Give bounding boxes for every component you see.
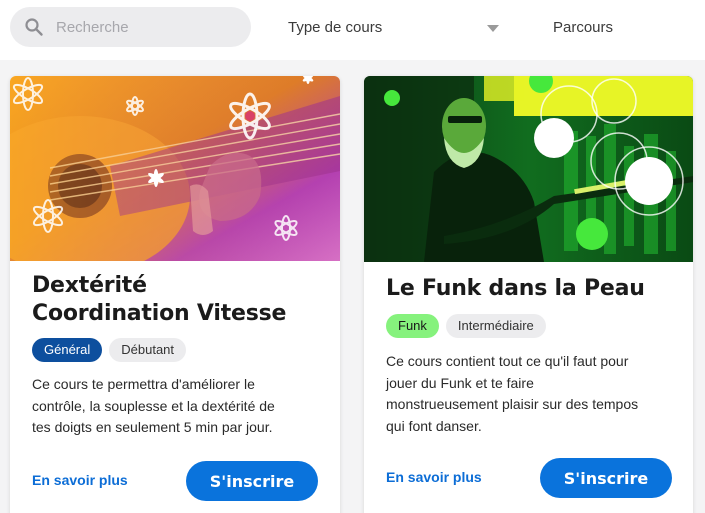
- tag-list: Général Débutant: [32, 338, 187, 362]
- description-line: tes doigts en seulement 5 min par jour.: [32, 419, 273, 435]
- signup-button[interactable]: S'inscrire: [186, 461, 318, 501]
- tag-general: Général: [32, 338, 103, 362]
- tag-level: Intermédiaire: [445, 314, 546, 338]
- course-card-dexterite[interactable]: Dextérité Coordination Vitesse Général D…: [10, 76, 340, 513]
- course-description: Ce cours te permettra d'améliorer le con…: [32, 374, 322, 439]
- course-title-line: Dextérité: [32, 273, 147, 298]
- course-type-select[interactable]: Type de cours: [288, 14, 500, 42]
- course-card-funk[interactable]: Le Funk dans la Peau Funk Intermédiaire …: [364, 76, 693, 513]
- learn-more-link[interactable]: En savoir plus: [386, 469, 482, 485]
- signup-button[interactable]: S'inscrire: [540, 458, 672, 498]
- course-type-label: Type de cours: [288, 19, 383, 36]
- search-field[interactable]: [10, 7, 251, 47]
- description-line: Ce cours te permettra d'améliorer le: [32, 376, 255, 392]
- chevron-down-icon: [487, 25, 499, 32]
- tag-list: Funk Intermédiaire: [386, 314, 546, 338]
- course-image-guitar: [10, 76, 340, 261]
- course-image-guitarist: [364, 76, 693, 262]
- search-icon: [25, 18, 43, 36]
- course-title: Dextérité Coordination Vitesse: [32, 272, 322, 328]
- tag-level: Débutant: [109, 338, 187, 362]
- course-title-line: Coordination Vitesse: [32, 301, 287, 326]
- description-line: contrôle, la souplesse et la dextérité d…: [32, 397, 275, 414]
- search-input[interactable]: [56, 15, 236, 39]
- learn-more-link[interactable]: En savoir plus: [32, 472, 128, 488]
- course-title: Le Funk dans la Peau: [386, 276, 645, 301]
- description-line: qui font danser.: [386, 417, 482, 434]
- description-line: monstrueusement plaisir sur des tempos: [386, 396, 639, 412]
- top-bar: Type de cours Parcours: [0, 0, 705, 60]
- description-line: Ce cours contient tout ce qu'il faut pou…: [386, 353, 629, 369]
- tag-funk: Funk: [386, 314, 439, 338]
- description-line: jouer du Funk et te faire: [386, 374, 534, 391]
- parcours-filter[interactable]: Parcours: [553, 14, 613, 42]
- course-description: Ce cours contient tout ce qu'il faut pou…: [386, 351, 681, 437]
